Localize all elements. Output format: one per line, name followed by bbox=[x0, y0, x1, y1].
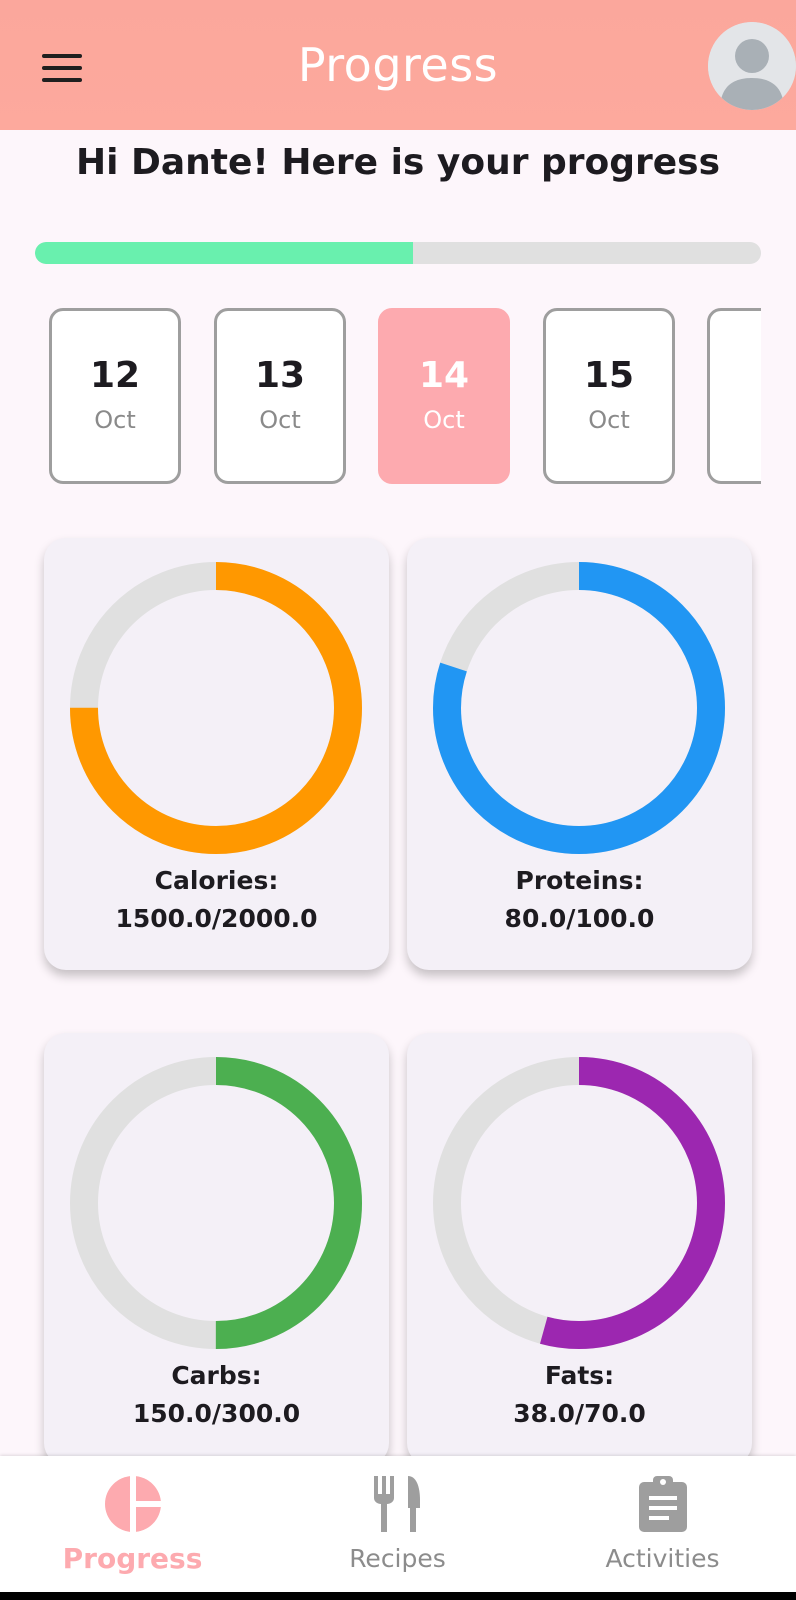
date-item-14-oct-selected[interactable]: 14 Oct bbox=[378, 308, 510, 484]
person-avatar-icon[interactable] bbox=[708, 22, 796, 110]
nav-label-activities: Activities bbox=[605, 1544, 720, 1573]
nav-item-activities[interactable]: Activities bbox=[530, 1456, 795, 1592]
date-item-12-oct[interactable]: 12 Oct bbox=[49, 308, 181, 484]
fats-progress-ring bbox=[433, 1057, 725, 1349]
nav-label-recipes: Recipes bbox=[349, 1544, 446, 1573]
fats-card: Fats: 38.0/70.0 bbox=[407, 1033, 752, 1465]
date-month: Oct bbox=[94, 406, 136, 434]
app-bar: Progress bbox=[0, 0, 796, 130]
date-item-15-oct[interactable]: 15 Oct bbox=[543, 308, 675, 484]
nav-label-progress: Progress bbox=[62, 1542, 203, 1575]
proteins-value: 80.0/100.0 bbox=[504, 904, 655, 933]
greeting-heading: Hi Dante! Here is your progress bbox=[75, 142, 721, 183]
calories-label: Calories: bbox=[154, 866, 279, 895]
date-month: Oct bbox=[259, 406, 301, 434]
fats-value: 38.0/70.0 bbox=[513, 1399, 646, 1428]
daily-progress-fill bbox=[35, 242, 413, 264]
fork-knife-icon bbox=[265, 1474, 530, 1544]
proteins-card: Proteins: 80.0/100.0 bbox=[407, 538, 752, 970]
pie-chart-icon bbox=[0, 1474, 265, 1544]
carbs-label: Carbs: bbox=[171, 1361, 262, 1390]
date-day: 12 bbox=[89, 355, 141, 396]
clipboard-icon bbox=[530, 1474, 795, 1544]
nav-item-recipes[interactable]: Recipes bbox=[265, 1456, 530, 1592]
carbs-value: 150.0/300.0 bbox=[132, 1399, 301, 1428]
daily-progress-bar bbox=[35, 242, 761, 264]
system-gesture-bar bbox=[0, 1592, 796, 1600]
date-item-13-oct[interactable]: 13 Oct bbox=[214, 308, 346, 484]
date-item-partial[interactable] bbox=[707, 308, 761, 484]
proteins-label: Proteins: bbox=[515, 866, 644, 895]
nav-item-progress[interactable]: Progress bbox=[0, 1456, 265, 1592]
date-day: 15 bbox=[583, 355, 635, 396]
calories-card: Calories: 1500.0/2000.0 bbox=[44, 538, 389, 970]
date-month: Oct bbox=[423, 406, 465, 434]
page-title: Progress bbox=[297, 38, 499, 92]
carbs-card: Carbs: 150.0/300.0 bbox=[44, 1033, 389, 1465]
date-month: Oct bbox=[588, 406, 630, 434]
calories-value: 1500.0/2000.0 bbox=[115, 904, 318, 933]
date-selector[interactable]: 12 Oct 13 Oct 14 Oct 15 Oct bbox=[49, 308, 761, 488]
date-day: 13 bbox=[254, 355, 306, 396]
calories-progress-ring bbox=[70, 562, 362, 854]
proteins-progress-ring bbox=[433, 562, 725, 854]
carbs-progress-ring bbox=[70, 1057, 362, 1349]
bottom-navigation-bar: Progress Recipes Activities bbox=[0, 1456, 796, 1592]
fats-label: Fats: bbox=[544, 1361, 615, 1390]
date-day: 14 bbox=[418, 355, 470, 396]
